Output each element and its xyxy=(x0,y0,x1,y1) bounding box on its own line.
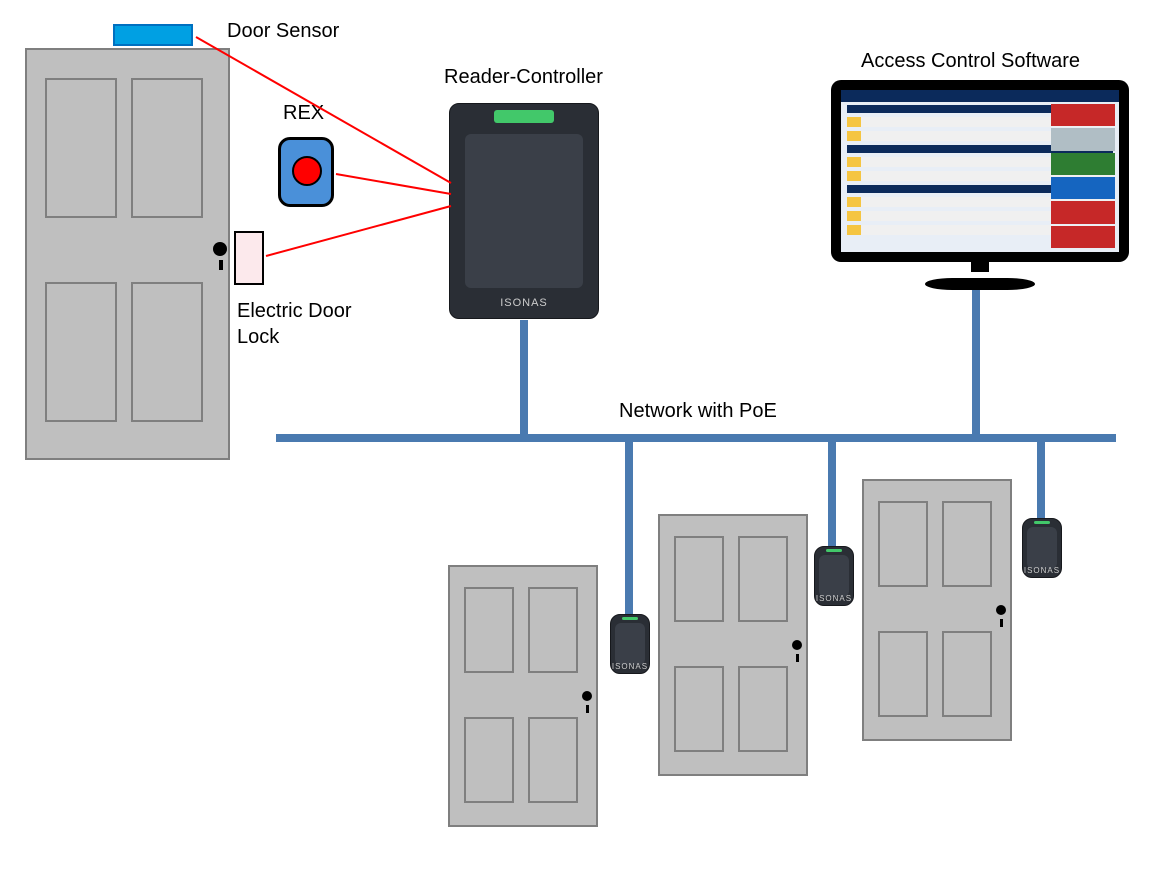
reader-brand-label: ISONAS xyxy=(1023,566,1061,575)
electric-lock-label: Electric Door Lock xyxy=(237,298,351,350)
reader-controller-icon: ISONAS xyxy=(449,103,599,319)
extra-reader-2-icon: ISONAS xyxy=(814,546,854,606)
network-label: Network with PoE xyxy=(619,400,777,423)
reader-brand-label: ISONAS xyxy=(611,662,649,671)
door-sensor-label: Door Sensor xyxy=(227,20,339,43)
monitor-icon xyxy=(831,80,1129,290)
reader-brand-label: ISONAS xyxy=(450,297,598,309)
software-screenshot-icon xyxy=(841,90,1119,252)
rex-label: REX xyxy=(283,102,324,125)
main-door-icon xyxy=(25,48,230,460)
network-drop-door-1 xyxy=(625,438,633,618)
rex-button-icon xyxy=(278,137,334,207)
extra-door-3-icon xyxy=(862,479,1012,741)
extra-reader-3-icon: ISONAS xyxy=(1022,518,1062,578)
network-drop-monitor xyxy=(972,290,980,438)
access-software-label: Access Control Software xyxy=(861,50,1080,73)
reader-led-icon xyxy=(494,110,553,123)
reader-controller-label: Reader-Controller xyxy=(444,66,603,89)
rex-led-icon xyxy=(292,156,322,186)
extra-door-2-icon xyxy=(658,514,808,776)
network-drop-door-3 xyxy=(1037,438,1045,523)
network-drop-door-2 xyxy=(828,438,836,550)
electric-lock-icon xyxy=(234,231,264,285)
door-sensor-icon xyxy=(113,24,193,46)
reader-brand-label: ISONAS xyxy=(815,594,853,603)
network-drop-reader-main xyxy=(520,320,528,438)
network-bus xyxy=(276,434,1116,442)
extra-door-1-icon xyxy=(448,565,598,827)
extra-reader-1-icon: ISONAS xyxy=(610,614,650,674)
